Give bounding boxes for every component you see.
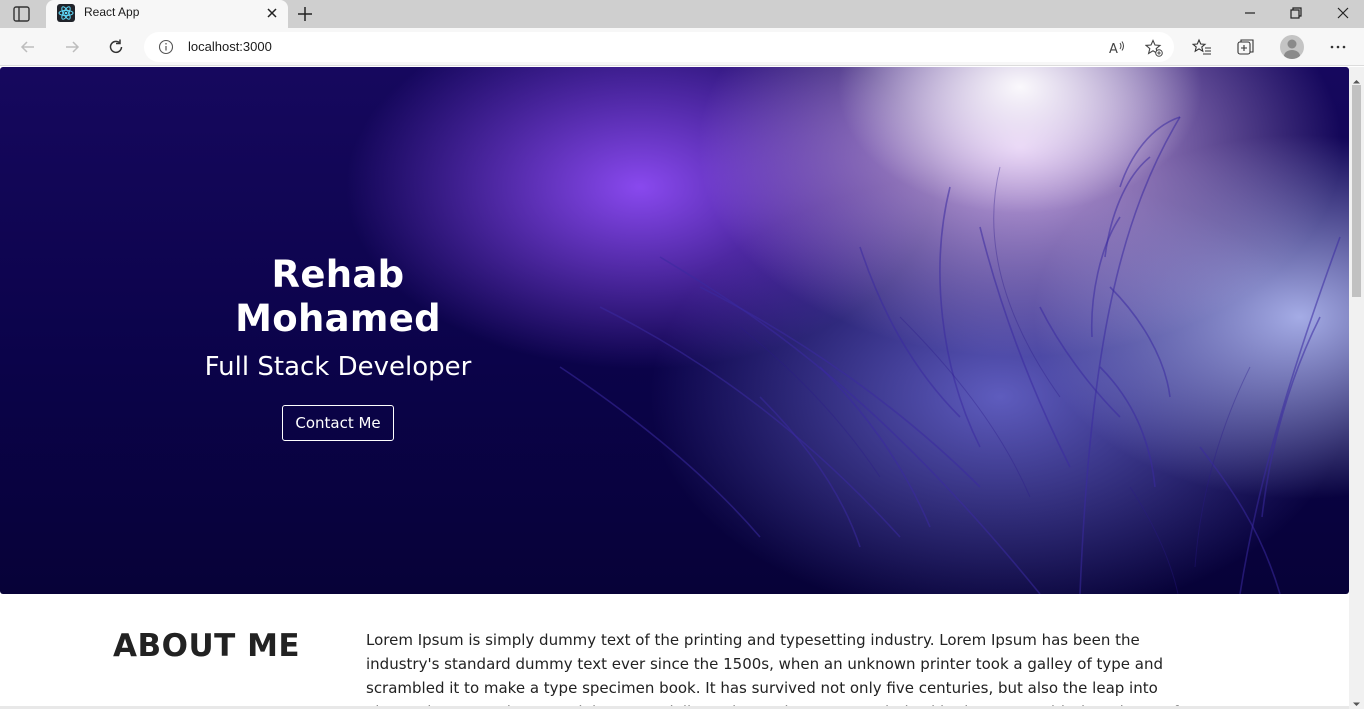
hero-role: Full Stack Developer: [204, 351, 472, 382]
tab-strip: React App: [0, 0, 1364, 28]
collections-icon[interactable]: [1236, 37, 1256, 57]
about-section: ABOUT ME Lorem Ipsum is simply dummy tex…: [0, 594, 1349, 709]
browser-toolbar: localhost:3000 A: [0, 28, 1364, 66]
refresh-icon[interactable]: [106, 37, 126, 57]
react-logo-icon: [57, 4, 75, 22]
scroll-up-icon[interactable]: [1352, 71, 1361, 84]
minimize-icon[interactable]: [1241, 4, 1259, 22]
hero-name: Rehab Mohamed: [235, 253, 441, 341]
forward-icon[interactable]: [62, 37, 82, 57]
more-options-icon[interactable]: [1328, 37, 1348, 57]
page-viewport: Rehab Mohamed Full Stack Developer Conta…: [0, 67, 1349, 709]
site-info-icon[interactable]: [158, 39, 174, 55]
close-tab-icon[interactable]: [264, 5, 280, 21]
favorites-icon[interactable]: [1191, 37, 1212, 57]
page-scrollbar[interactable]: [1349, 67, 1364, 709]
tab-react-app[interactable]: React App: [46, 0, 288, 28]
read-aloud-icon[interactable]: A: [1108, 39, 1126, 57]
scrollbar-thumb[interactable]: [1352, 85, 1361, 297]
scroll-down-icon[interactable]: [1352, 694, 1361, 706]
tab-actions-icon[interactable]: [12, 5, 32, 23]
back-icon[interactable]: [18, 37, 38, 57]
address-bar[interactable]: localhost:3000 A: [144, 32, 1174, 62]
contact-me-button[interactable]: Contact Me: [282, 404, 394, 441]
close-window-icon[interactable]: [1334, 4, 1352, 22]
about-text: Lorem Ipsum is simply dummy text of the …: [366, 631, 1178, 709]
add-favorite-icon[interactable]: [1144, 39, 1163, 57]
url-text: localhost:3000: [188, 39, 272, 54]
profile-avatar-icon[interactable]: [1280, 35, 1304, 59]
tab-title: React App: [84, 5, 140, 19]
hero-content: Rehab Mohamed Full Stack Developer Conta…: [168, 253, 508, 441]
svg-text:A: A: [1109, 42, 1118, 57]
new-tab-button[interactable]: [294, 3, 316, 25]
restore-icon[interactable]: [1287, 4, 1305, 22]
hero-section: Rehab Mohamed Full Stack Developer Conta…: [0, 67, 1349, 594]
about-title: ABOUT ME: [113, 628, 301, 664]
